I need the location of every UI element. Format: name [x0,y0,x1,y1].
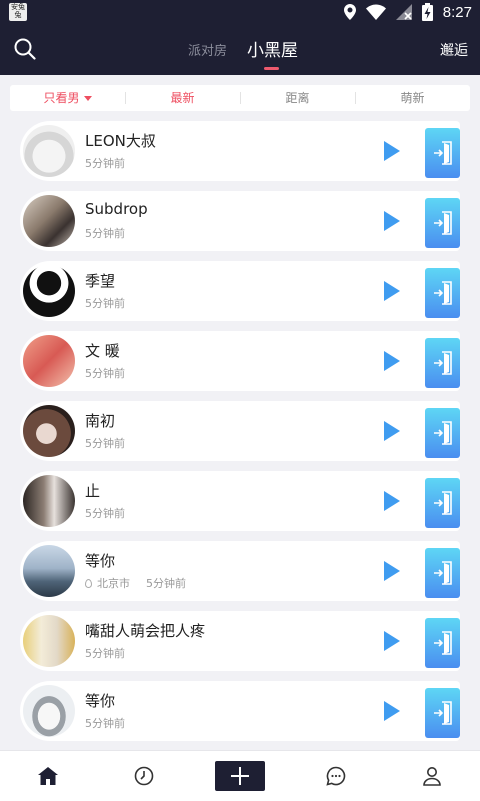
list-item[interactable]: Subdrop 5分钟前 [20,191,460,251]
user-name: 等你 [85,552,116,570]
play-icon[interactable] [384,421,400,441]
list-item[interactable]: LEON大叔 5分钟前 [20,121,460,181]
bottom-navigation [0,750,480,801]
user-name: 季望 [85,272,116,290]
play-icon[interactable] [384,351,400,371]
home-icon [38,767,58,785]
user-meta: 5分钟前 [85,507,125,520]
play-icon[interactable] [384,631,400,651]
filter-distance[interactable]: 距离 [240,85,355,111]
enter-room-button[interactable] [425,338,460,388]
nav-history[interactable] [96,751,192,801]
door-enter-icon [434,701,452,725]
signal-off-status-icon [395,4,412,20]
avatar[interactable] [23,615,75,667]
filter-latest[interactable]: 最新 [125,85,240,111]
enter-room-button[interactable] [425,478,460,528]
enter-room-button[interactable] [425,128,460,178]
status-time: 8:27 [442,3,472,21]
door-enter-icon [434,351,452,375]
nav-home[interactable] [0,751,96,801]
door-enter-icon [434,141,452,165]
app-notification-icon: 安兔兔 [9,3,27,21]
play-icon[interactable] [384,701,400,721]
user-meta: 5分钟前 [85,227,125,240]
avatar[interactable] [23,475,75,527]
avatar[interactable] [23,405,75,457]
user-name: 止 [85,482,101,500]
user-meta: 5分钟前 [85,717,125,730]
avatar[interactable] [23,125,75,177]
door-enter-icon [434,491,452,515]
user-meta: 北京市 5分钟前 [85,575,186,591]
list-item[interactable]: 南初 5分钟前 [20,401,460,461]
enter-room-button[interactable] [425,688,460,738]
chat-icon [326,766,346,786]
avatar[interactable] [23,335,75,387]
user-name: 文 暖 [85,342,120,360]
status-bar: 安兔兔 8:27 [0,0,480,24]
list-item[interactable]: 等你 北京市 5分钟前 [20,541,460,601]
door-enter-icon [434,281,452,305]
user-meta: 5分钟前 [85,647,125,660]
list-item[interactable]: 季望 5分钟前 [20,261,460,321]
door-enter-icon [434,631,452,655]
enter-room-button[interactable] [425,268,460,318]
filter-bar: 只看男 最新 距离 萌新 [10,85,470,111]
create-button[interactable] [215,761,265,791]
active-tab-indicator [264,67,279,70]
user-name: LEON大叔 [85,132,156,150]
avatar[interactable] [23,265,75,317]
location-pin-icon [85,579,92,588]
play-icon[interactable] [384,141,400,161]
list-item[interactable]: 文 暖 5分钟前 [20,331,460,391]
list-item[interactable]: 嘴甜人萌会把人疼 5分钟前 [20,611,460,671]
play-icon[interactable] [384,491,400,511]
enter-room-button[interactable] [425,408,460,458]
tab-dark-room[interactable]: 小黑屋 [247,36,298,61]
profile-icon [423,767,441,786]
wifi-status-icon [365,4,386,20]
user-name: 嘴甜人萌会把人疼 [85,622,206,640]
user-name: Subdrop [85,200,148,218]
user-name: 等你 [85,692,116,710]
door-enter-icon [434,421,452,445]
plus-icon [231,767,249,785]
user-name: 南初 [85,412,116,430]
nav-create[interactable] [192,751,288,801]
tab-party-room[interactable]: 派对房 [188,40,227,59]
clock-icon [134,766,154,786]
avatar[interactable] [23,195,75,247]
nav-profile[interactable] [384,751,480,801]
encounter-button[interactable]: 邂逅 [440,40,468,60]
door-enter-icon [434,211,452,235]
list-item[interactable]: 止 5分钟前 [20,471,460,531]
play-icon[interactable] [384,561,400,581]
filter-newbie[interactable]: 萌新 [355,85,470,111]
dropdown-caret-icon [83,96,92,101]
location-status-icon [343,4,356,20]
battery-charging-icon [421,3,433,21]
enter-room-button[interactable] [425,618,460,668]
avatar[interactable] [23,685,75,737]
list-item[interactable]: 等你 5分钟前 [20,681,460,741]
user-meta: 5分钟前 [85,297,125,310]
play-icon[interactable] [384,211,400,231]
user-meta: 5分钟前 [85,157,125,170]
enter-room-button[interactable] [425,198,460,248]
user-meta: 5分钟前 [85,437,125,450]
user-meta: 5分钟前 [85,367,125,380]
top-navigation: 派对房 小黑屋 邂逅 [0,24,480,75]
enter-room-button[interactable] [425,548,460,598]
filter-male-only[interactable]: 只看男 [10,85,125,111]
nav-messages[interactable] [288,751,384,801]
door-enter-icon [434,561,452,585]
avatar[interactable] [23,545,75,597]
search-icon[interactable] [14,38,36,60]
play-icon[interactable] [384,281,400,301]
